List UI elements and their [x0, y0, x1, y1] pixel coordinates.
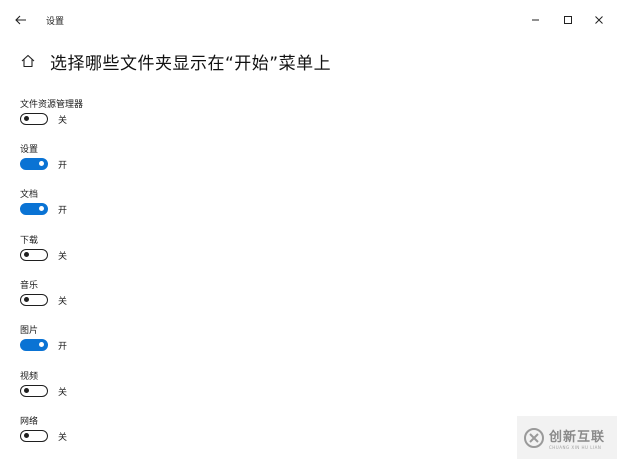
watermark-text: 创新互联 [549, 429, 606, 445]
toggle-switch[interactable] [20, 113, 48, 125]
toggle-switch[interactable] [20, 249, 48, 261]
title-bar: 设置 [0, 0, 617, 40]
maximize-icon [564, 16, 572, 24]
toggle-music[interactable]: 关 [20, 293, 67, 307]
maximize-button[interactable] [556, 10, 580, 30]
toggle-documents[interactable]: 开 [20, 202, 67, 216]
setting-label: 下载 [20, 236, 39, 246]
setting-music: 音乐 关 [20, 278, 220, 320]
page-header: 选择哪些文件夹显示在“开始”菜单上 [18, 48, 331, 74]
toggle-state-label: 关 [58, 387, 68, 398]
home-icon[interactable] [18, 51, 38, 71]
watermark-logo-icon [524, 427, 544, 448]
setting-videos: 视频 关 [20, 369, 220, 411]
toggle-file-explorer[interactable]: 关 [20, 112, 67, 126]
toggle-switch[interactable] [20, 339, 48, 351]
toggle-state-label: 开 [58, 205, 68, 216]
toggle-switch[interactable] [20, 385, 48, 397]
setting-downloads: 下载 关 [20, 233, 220, 275]
toggle-settings[interactable]: 开 [20, 157, 67, 171]
watermark: 创新互联 CHUANG XIN HU LIAN [517, 416, 617, 459]
toggle-videos[interactable]: 关 [20, 384, 67, 398]
toggle-network[interactable]: 关 [20, 429, 67, 443]
toggle-state-label: 开 [58, 341, 68, 352]
toggle-switch[interactable] [20, 430, 48, 442]
watermark-subtext: CHUANG XIN HU LIAN [549, 444, 602, 450]
back-arrow-icon[interactable] [10, 10, 32, 30]
setting-pictures: 图片 开 [20, 323, 220, 365]
toggle-state-label: 开 [58, 160, 68, 171]
setting-settings: 设置 开 [20, 142, 220, 184]
close-icon [595, 16, 603, 24]
minimize-button[interactable] [524, 10, 548, 30]
close-button[interactable] [587, 10, 611, 30]
setting-network: 网络 关 [20, 414, 220, 456]
toggle-state-label: 关 [58, 432, 68, 443]
minimize-icon [532, 19, 539, 21]
setting-documents: 文档 开 [20, 187, 220, 229]
setting-label: 文件资源管理器 [20, 100, 84, 110]
setting-label: 设置 [20, 145, 39, 155]
setting-label: 音乐 [20, 281, 39, 291]
window-title: 设置 [46, 17, 65, 27]
toggle-switch[interactable] [20, 203, 48, 215]
toggle-switch[interactable] [20, 294, 48, 306]
setting-label: 网络 [20, 417, 39, 427]
toggle-state-label: 关 [58, 296, 68, 307]
toggle-pictures[interactable]: 开 [20, 338, 67, 352]
toggle-downloads[interactable]: 关 [20, 248, 67, 262]
page-title: 选择哪些文件夹显示在“开始”菜单上 [50, 53, 332, 74]
toggle-state-label: 关 [58, 115, 68, 126]
toggle-state-label: 关 [58, 251, 68, 262]
setting-file-explorer: 文件资源管理器 关 [20, 97, 220, 139]
setting-label: 文档 [20, 190, 39, 200]
setting-label: 视频 [20, 372, 39, 382]
toggle-switch[interactable] [20, 158, 48, 170]
setting-label: 图片 [20, 326, 39, 336]
